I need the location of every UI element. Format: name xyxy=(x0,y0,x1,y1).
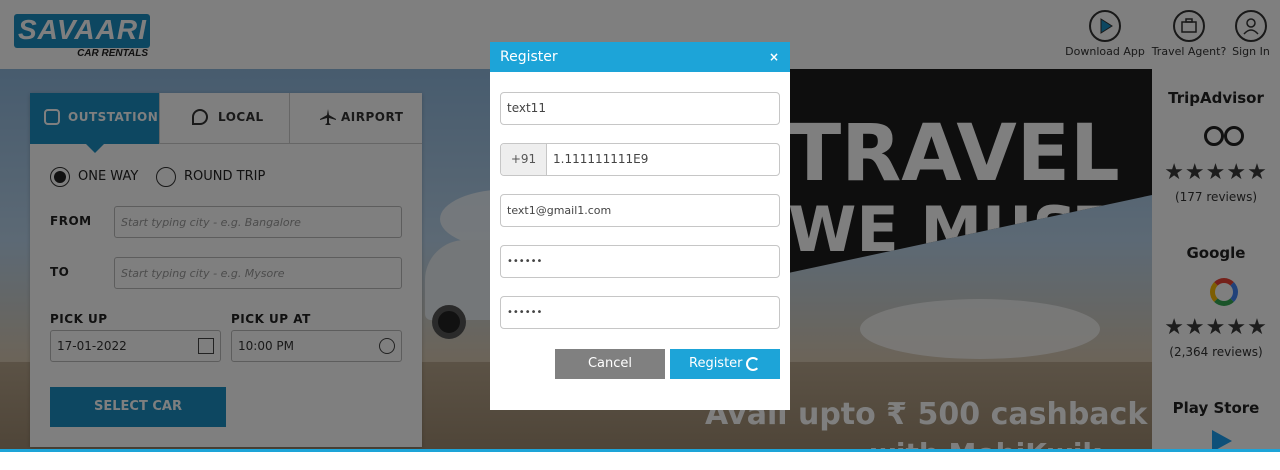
phone-field[interactable]: +91 1.111111111E9 xyxy=(500,143,780,176)
password-field-value: •••••• xyxy=(507,256,543,267)
name-field[interactable]: text11 xyxy=(500,92,780,125)
email-field-value: text1@gmail1.com xyxy=(507,204,612,217)
modal-title: Register xyxy=(500,49,558,65)
modal-header: Register × xyxy=(490,42,790,72)
loading-spinner-icon xyxy=(746,357,760,371)
cancel-button[interactable]: Cancel xyxy=(555,349,665,379)
password-field[interactable]: •••••• xyxy=(500,245,780,278)
name-field-value: text11 xyxy=(507,101,546,115)
email-field[interactable]: text1@gmail1.com xyxy=(500,194,780,227)
country-code-prefix: +91 xyxy=(501,144,547,175)
register-modal: Register × text11 +91 1.111111111E9 text… xyxy=(490,42,790,410)
register-button[interactable]: Register xyxy=(670,349,780,379)
confirm-password-field[interactable]: •••••• xyxy=(500,296,780,329)
close-icon[interactable]: × xyxy=(769,50,779,64)
register-button-label: Register xyxy=(689,356,743,371)
confirm-password-field-value: •••••• xyxy=(507,307,543,318)
phone-field-value: 1.111111111E9 xyxy=(553,152,649,166)
